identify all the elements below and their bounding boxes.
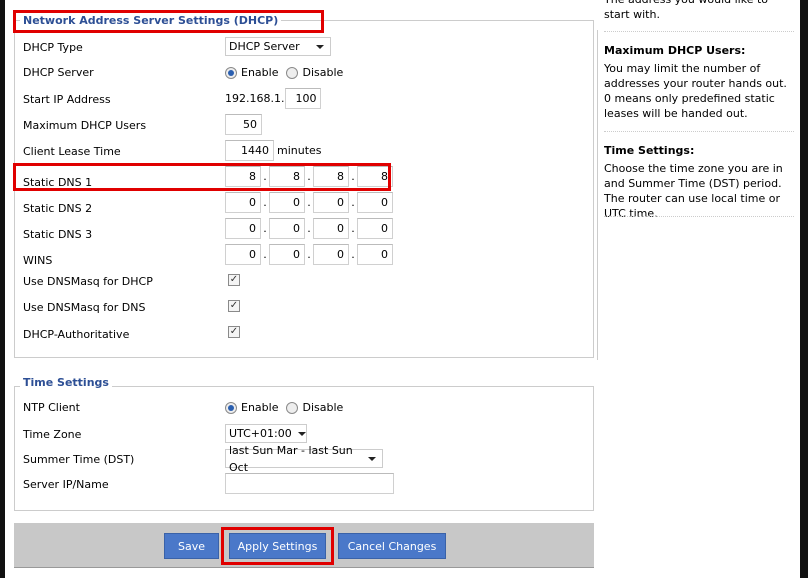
max-users-input[interactable]: 50	[225, 114, 262, 135]
help-start-ip: The address you would like to start with…	[604, 0, 768, 21]
dhcp-type-value: DHCP Server	[229, 40, 300, 53]
timezone-label: Time Zone	[23, 428, 82, 441]
octet-separator: .	[351, 196, 355, 209]
highlight-apply-button	[221, 527, 334, 565]
static-dns-3-octet-1[interactable]: 0	[225, 218, 261, 239]
server-input[interactable]	[225, 473, 394, 494]
start-ip-prefix: 192.168.1.	[225, 92, 285, 105]
ntp-enable-radio[interactable]	[225, 401, 237, 414]
window-edge-right	[800, 0, 808, 578]
enable-label: Enable	[241, 66, 279, 79]
lease-input[interactable]: 1440	[225, 140, 274, 161]
help-separator	[604, 31, 794, 32]
wins-octet-1[interactable]: 0	[225, 244, 261, 265]
static-dns-3-octet-4[interactable]: 0	[357, 218, 393, 239]
octet-separator: .	[263, 248, 267, 261]
dnsmasq-dhcp-label: Use DNSMasq for DHCP	[23, 275, 153, 288]
dhcp-type-label: DHCP Type	[23, 41, 83, 54]
dst-value: last Sun Mar - last Sun Oct	[229, 443, 353, 474]
start-ip-label: Start IP Address	[23, 93, 111, 106]
static-dns-2-octet-2[interactable]: 0	[269, 192, 305, 213]
dst-label: Summer Time (DST)	[23, 453, 135, 466]
static-dns-3-ip-group: 0.0.0.0	[225, 218, 393, 239]
chevron-down-icon	[368, 456, 376, 461]
dnsmasq-dns-label: Use DNSMasq for DNS	[23, 301, 146, 314]
timezone-select[interactable]: UTC+01:00	[225, 424, 307, 443]
dhcp-server-enable-radio[interactable]	[225, 66, 237, 79]
time-legend: Time Settings	[20, 376, 112, 389]
help-time: Time Settings: Choose the time zone you …	[604, 143, 794, 221]
lease-label: Client Lease Time	[23, 145, 121, 158]
dhcp-server-disable-radio[interactable]	[286, 66, 299, 79]
octet-separator: .	[307, 248, 311, 261]
dhcp-type-select[interactable]: DHCP Server	[225, 37, 331, 56]
help-max-users: Maximum DHCP Users: You may limit the nu…	[604, 43, 794, 121]
octet-separator: .	[263, 222, 267, 235]
disable-label: Disable	[302, 401, 344, 414]
static-dns-3-octet-2[interactable]: 0	[269, 218, 305, 239]
dhcp-server-label: DHCP Server	[23, 66, 94, 79]
chevron-down-icon	[316, 44, 324, 49]
dnsmasq-dns-checkbox[interactable]: ✓	[228, 300, 240, 312]
highlight-dhcp-legend	[13, 10, 324, 33]
octet-separator: .	[307, 196, 311, 209]
timezone-value: UTC+01:00	[229, 427, 292, 440]
help-max-text: You may limit the number of addresses yo…	[604, 62, 787, 120]
help-time-text: Choose the time zone you are in and Summ…	[604, 162, 783, 220]
static-dns-2-octet-3[interactable]: 0	[313, 192, 349, 213]
octet-separator: .	[263, 196, 267, 209]
static-dns-2-ip-group: 0.0.0.0	[225, 192, 393, 213]
static-dns-3-label: Static DNS 3	[23, 228, 93, 241]
cancel-changes-button[interactable]: Cancel Changes	[338, 533, 446, 559]
dnsmasq-dhcp-checkbox[interactable]: ✓	[228, 274, 240, 286]
chevron-down-icon	[297, 431, 306, 436]
enable-label: Enable	[241, 401, 279, 414]
static-dns-2-octet-4[interactable]: 0	[357, 192, 393, 213]
help-time-title: Time Settings:	[604, 144, 695, 157]
dst-select[interactable]: last Sun Mar - last Sun Oct	[225, 444, 383, 474]
ntp-disable-radio[interactable]	[286, 401, 299, 414]
save-button[interactable]: Save	[164, 533, 219, 559]
authoritative-checkbox[interactable]: ✓	[228, 326, 240, 338]
wins-label: WINS	[23, 254, 53, 267]
octet-separator: .	[351, 222, 355, 235]
help-separator	[604, 216, 794, 217]
wins-octet-3[interactable]: 0	[313, 244, 349, 265]
wins-ip-group: 0.0.0.0	[225, 244, 393, 265]
help-divider	[597, 30, 598, 360]
wins-octet-2[interactable]: 0	[269, 244, 305, 265]
lease-unit: minutes	[277, 144, 322, 157]
server-label: Server IP/Name	[23, 478, 109, 491]
start-ip-input[interactable]: 100	[285, 88, 322, 109]
disable-label: Disable	[302, 66, 344, 79]
ntp-label: NTP Client	[23, 401, 80, 414]
max-users-label: Maximum DHCP Users	[23, 119, 147, 132]
static-dns-3-octet-3[interactable]: 0	[313, 218, 349, 239]
window-edge-left	[0, 0, 5, 578]
octet-separator: .	[351, 248, 355, 261]
octet-separator: .	[307, 222, 311, 235]
highlight-static-dns-1	[13, 163, 391, 191]
authoritative-label: DHCP-Authoritative	[23, 328, 130, 341]
help-max-title: Maximum DHCP Users:	[604, 44, 746, 57]
wins-octet-4[interactable]: 0	[357, 244, 393, 265]
static-dns-2-octet-1[interactable]: 0	[225, 192, 261, 213]
help-separator	[604, 131, 794, 132]
static-dns-2-label: Static DNS 2	[23, 202, 93, 215]
